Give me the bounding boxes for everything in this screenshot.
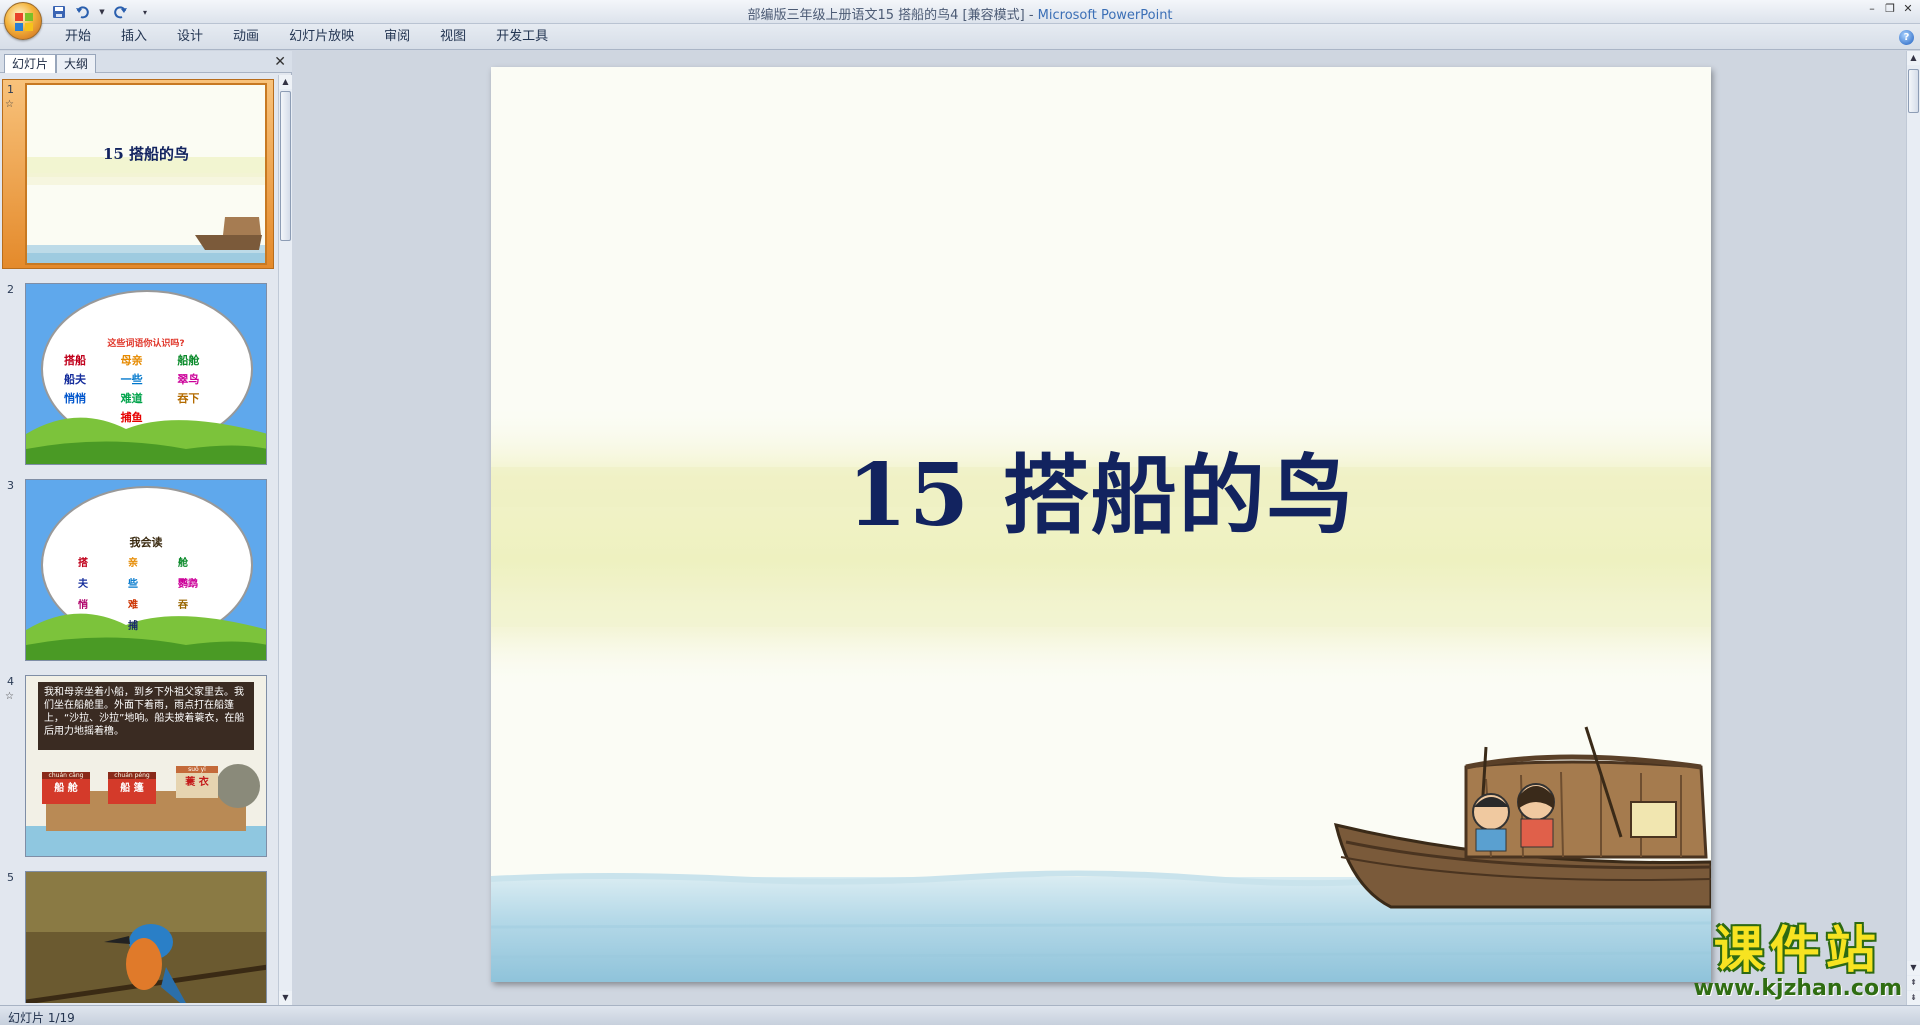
tab-outline[interactable]: 大纲 bbox=[56, 54, 97, 73]
word: 船夫 bbox=[64, 373, 86, 386]
slide-preview: 这些词语你认识吗? 搭船 母亲 船舱 船夫 一些 翠鸟 悄悄 难道 吞下 捕鱼 bbox=[25, 283, 267, 465]
minimize-icon[interactable]: – bbox=[1864, 2, 1880, 16]
current-slide[interactable]: 15 搭船的鸟 bbox=[491, 67, 1711, 982]
slide-4-passage: 我和母亲坐着小船，到乡下外祖父家里去。我们坐在船舱里。外面下着雨，雨点打在船篷上… bbox=[38, 682, 254, 750]
slide-number: 4 bbox=[7, 675, 14, 688]
tab-design[interactable]: 设计 bbox=[162, 24, 218, 50]
slide-preview bbox=[25, 871, 267, 1003]
tab-review[interactable]: 审阅 bbox=[369, 24, 425, 50]
tab-home[interactable]: 开始 bbox=[50, 24, 106, 50]
app-name: Microsoft PowerPoint bbox=[1037, 8, 1173, 23]
char: 舱 bbox=[178, 558, 188, 569]
word: 母亲 bbox=[120, 354, 143, 367]
site-watermark: 课件站 www.kjzhan.com bbox=[1693, 923, 1902, 1001]
slide-thumbnails: 1 ☆ 15 搭船的鸟 2 这些词语你认识吗? 搭船 母亲 船舱 船夫 一些 翠… bbox=[0, 75, 278, 1003]
char: 捕 bbox=[128, 621, 138, 632]
vocab-label: chuán péng 船 篷 bbox=[108, 772, 156, 804]
slide-thumbnail-1[interactable]: 1 ☆ 15 搭船的鸟 bbox=[0, 79, 278, 269]
window-title: 部编版三年级上册语文15 搭船的鸟4 [兼容模式] - Microsoft Po… bbox=[747, 8, 1173, 23]
word: 一些 bbox=[120, 373, 143, 386]
word: 蓑 衣 bbox=[185, 777, 209, 788]
char: 悄 bbox=[78, 600, 88, 611]
slide-1-art bbox=[27, 85, 265, 263]
scroll-thumb[interactable] bbox=[280, 91, 291, 241]
word: 吞下 bbox=[177, 392, 200, 405]
slide-number: 2 bbox=[7, 283, 14, 296]
animation-star-icon: ☆ bbox=[5, 691, 14, 702]
next-slide-icon[interactable]: ⇟ bbox=[1907, 991, 1920, 1005]
slide-3-chars: 搭 亲 舱 夫 些 鹦鹉 悄 难 吞 捕 bbox=[78, 554, 228, 632]
slide-1-thumb-title: 15 搭船的鸟 bbox=[102, 145, 190, 163]
slide-number: 5 bbox=[7, 871, 14, 884]
kingfisher-image bbox=[26, 872, 266, 1003]
tab-view[interactable]: 视图 bbox=[425, 24, 481, 50]
title-bar: ▼ ▾ 部编版三年级上册语文15 搭船的鸟4 [兼容模式] - Microsof… bbox=[0, 0, 1920, 40]
status-bar: 幻灯片 1/19 bbox=[0, 1005, 1920, 1025]
scroll-down-icon[interactable]: ▼ bbox=[1907, 961, 1920, 975]
window-controls: – ❐ ✕ bbox=[1864, 2, 1916, 16]
scroll-down-icon[interactable]: ▼ bbox=[279, 991, 292, 1005]
slide-number: 1 bbox=[7, 83, 14, 96]
office-logo-icon bbox=[15, 13, 33, 31]
slide-thumbnail-4[interactable]: 4 ☆ 我和母亲坐着小船，到乡下外祖父家里去。我们坐在船舱里。外面下着雨，雨点打… bbox=[0, 671, 278, 861]
slide-title[interactable]: 15 搭船的鸟 bbox=[491, 425, 1711, 550]
slides-panel: 幻灯片 大纲 ✕ 1 ☆ 15 搭船的鸟 2 这些词语你认识吗? 搭船 母亲 船… bbox=[0, 51, 292, 1005]
slide-2-words: 搭船 母亲 船舱 船夫 一些 翠鸟 悄悄 难道 吞下 捕鱼 bbox=[64, 352, 234, 425]
pinyin: suō yī bbox=[176, 766, 218, 773]
close-panel-icon[interactable]: ✕ bbox=[274, 54, 286, 70]
slide-editor-scrollbar[interactable]: ▲ ▼ ⇞ ⇟ bbox=[1906, 51, 1920, 1005]
word: 难道 bbox=[120, 392, 143, 405]
pinyin: chuán cāng bbox=[42, 772, 90, 779]
tab-insert[interactable]: 插入 bbox=[106, 24, 162, 50]
animation-star-icon: ☆ bbox=[5, 99, 14, 110]
word: 船 篷 bbox=[120, 783, 144, 794]
scroll-up-icon[interactable]: ▲ bbox=[1907, 51, 1920, 65]
slide-number: 3 bbox=[7, 479, 14, 492]
slide-counter: 幻灯片 1/19 bbox=[8, 1011, 75, 1025]
tab-slideshow[interactable]: 幻灯片放映 bbox=[274, 24, 369, 50]
char: 吞 bbox=[178, 600, 188, 611]
tab-slides[interactable]: 幻灯片 bbox=[4, 54, 57, 73]
char: 些 bbox=[128, 579, 138, 590]
restore-icon[interactable]: ❐ bbox=[1882, 2, 1898, 16]
previous-slide-icon[interactable]: ⇞ bbox=[1907, 976, 1920, 990]
panel-tabs: 幻灯片 大纲 ✕ bbox=[0, 51, 292, 73]
word: 翠鸟 bbox=[177, 373, 200, 386]
word: 搭船 bbox=[64, 354, 86, 367]
scroll-up-icon[interactable]: ▲ bbox=[279, 75, 292, 89]
word: 悄悄 bbox=[64, 392, 86, 405]
tab-developer[interactable]: 开发工具 bbox=[481, 24, 563, 50]
vocab-label: suō yī 蓑 衣 bbox=[176, 766, 218, 798]
ribbon-tabs: 开始 插入 设计 动画 幻灯片放映 审阅 视图 开发工具 bbox=[50, 24, 563, 50]
pinyin: chuán péng bbox=[108, 772, 156, 779]
slide-2-heading: 这些词语你认识吗? bbox=[107, 339, 185, 349]
office-button[interactable] bbox=[4, 2, 42, 40]
scroll-thumb[interactable] bbox=[1908, 69, 1919, 113]
char: 亲 bbox=[128, 558, 138, 569]
help-icon[interactable]: ? bbox=[1899, 30, 1914, 45]
slide-thumbnail-5[interactable]: 5 bbox=[0, 867, 278, 1003]
char: 夫 bbox=[78, 579, 88, 590]
watermark-url: www.kjzhan.com bbox=[1693, 976, 1902, 1001]
document-title: 部编版三年级上册语文15 搭船的鸟4 [兼容模式] bbox=[747, 8, 1025, 23]
slide-thumbnail-3[interactable]: 3 我会读 搭 亲 舱 夫 些 鹦鹉 悄 难 吞 捕 bbox=[0, 475, 278, 665]
char: 难 bbox=[128, 600, 138, 611]
tab-animations[interactable]: 动画 bbox=[218, 24, 274, 50]
word: 船 舱 bbox=[54, 783, 78, 794]
slide-preview: 我和母亲坐着小船，到乡下外祖父家里去。我们坐在船舱里。外面下着雨，雨点打在船篷上… bbox=[25, 675, 267, 857]
thumbnails-scrollbar[interactable]: ▲ ▼ bbox=[278, 75, 292, 1005]
char: 搭 bbox=[78, 558, 88, 569]
watermark-logo-text: 课件站 bbox=[1713, 921, 1882, 979]
scroll-track[interactable]: ▲ ▼ ⇞ ⇟ bbox=[1907, 51, 1920, 1005]
word: 捕鱼 bbox=[120, 411, 143, 424]
slide-preview: 15 搭船的鸟 bbox=[25, 83, 267, 265]
ribbon: 开始 插入 设计 动画 幻灯片放映 审阅 视图 开发工具 ? bbox=[0, 24, 1920, 50]
slide-preview: 我会读 搭 亲 舱 夫 些 鹦鹉 悄 难 吞 捕 bbox=[25, 479, 267, 661]
slide-3-heading: 我会读 bbox=[129, 536, 163, 549]
char: 鹦鹉 bbox=[178, 579, 198, 590]
word: 船舱 bbox=[177, 354, 200, 367]
slide-thumbnail-2[interactable]: 2 这些词语你认识吗? 搭船 母亲 船舱 船夫 一些 翠鸟 悄悄 难道 吞下 捕… bbox=[0, 279, 278, 469]
vocab-label: chuán cāng 船 舱 bbox=[42, 772, 90, 804]
close-icon[interactable]: ✕ bbox=[1900, 2, 1916, 16]
